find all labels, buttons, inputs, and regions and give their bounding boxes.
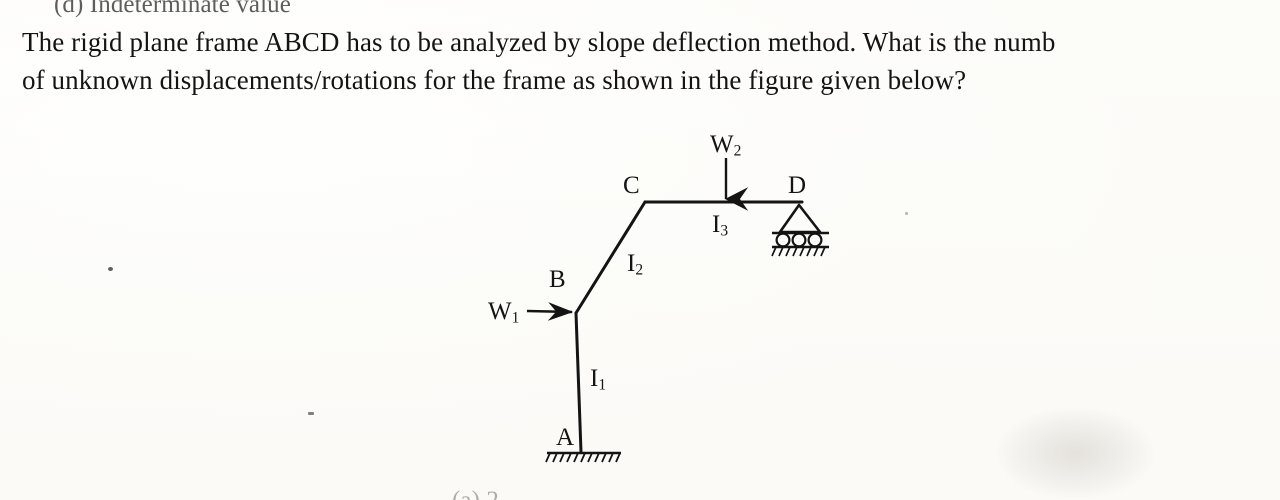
- joint-label-B: B: [549, 266, 566, 293]
- scanned-question-page: (d) Indeterminate value The rigid plane …: [0, 0, 1280, 500]
- load-label-W1: W1: [488, 298, 519, 327]
- load-label-W2-base: W: [710, 131, 734, 158]
- clipped-answer-line: (a) 2: [452, 487, 499, 500]
- load-label-W2: W2: [710, 131, 741, 160]
- load-label-W1-subscript: 1: [511, 309, 520, 327]
- frame-diagram: C D B A W1 W2 I1 I2 I3: [0, 0, 1280, 500]
- member-label-I3-subscript: 3: [720, 222, 729, 240]
- scan-speck: [905, 212, 908, 215]
- roller-1: [775, 232, 791, 248]
- member-label-I1-subscript: 1: [598, 376, 607, 394]
- load-label-W1-base: W: [488, 298, 512, 325]
- roller-2: [791, 232, 807, 248]
- scan-speck: [108, 267, 113, 271]
- member-label-I1: I1: [590, 365, 606, 394]
- member-label-I2: I2: [627, 250, 643, 279]
- joint-label-A: A: [556, 424, 575, 451]
- roller-support-D: [771, 203, 829, 257]
- roller-3: [807, 232, 823, 248]
- joint-label-D: D: [788, 172, 807, 199]
- member-AB: [574, 311, 583, 454]
- scan-speck: [308, 412, 314, 415]
- roller-support-triangle: [778, 203, 822, 234]
- joint-label-C: C: [623, 172, 640, 199]
- load-arrow-W1: [526, 302, 574, 321]
- load-label-W2-subscript: 2: [733, 142, 742, 160]
- fixed-support-A: [545, 451, 621, 463]
- member-label-I2-subscript: 2: [635, 261, 644, 279]
- member-label-I3: I3: [712, 211, 728, 240]
